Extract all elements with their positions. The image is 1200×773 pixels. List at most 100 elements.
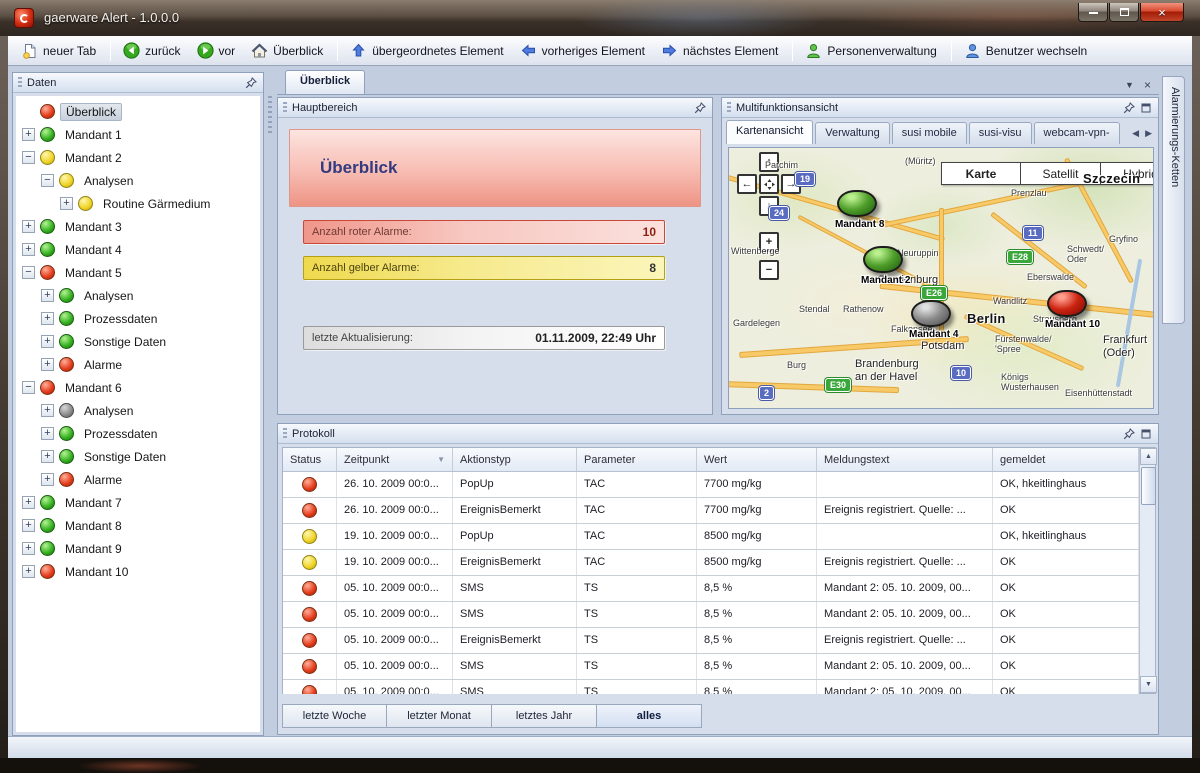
toolbar-button-vor[interactable]: vor <box>190 38 245 63</box>
maximize-panel-icon[interactable] <box>1139 101 1153 115</box>
close-button[interactable]: × <box>1140 3 1184 22</box>
panel-grip[interactable] <box>727 102 731 114</box>
tree-item-mandant-1[interactable]: +Mandant 1 <box>16 123 260 146</box>
map-marker-mandant-4[interactable] <box>911 300 951 327</box>
plus-expander-icon[interactable]: + <box>22 519 35 532</box>
tab-list-dropdown-button[interactable]: ▼ <box>1122 77 1137 92</box>
tree-item-mandant-7[interactable]: +Mandant 7 <box>16 491 260 514</box>
plus-expander-icon[interactable]: + <box>22 542 35 555</box>
tree-item-mandant-9[interactable]: +Mandant 9 <box>16 537 260 560</box>
toolbar-button-personenverwaltung[interactable]: Personenverwaltung <box>798 38 945 63</box>
table-row[interactable]: 05. 10. 2009 00:0...SMSTS8,5 %Mandant 2:… <box>283 602 1139 628</box>
table-row[interactable]: 19. 10. 2009 00:0...PopUpTAC8500 mg/kgOK… <box>283 524 1139 550</box>
minus-expander-icon[interactable]: − <box>22 266 35 279</box>
plus-expander-icon[interactable]: + <box>41 404 54 417</box>
tab-webcam-vpn[interactable]: webcam-vpn- <box>1034 122 1120 144</box>
tab-susi-mobile[interactable]: susi mobile <box>892 122 967 144</box>
tree-item-analysen[interactable]: −Analysen <box>16 169 260 192</box>
tree-item-mandant-5[interactable]: −Mandant 5 <box>16 261 260 284</box>
table-row[interactable]: 19. 10. 2009 00:0...EreignisBemerktTAC85… <box>283 550 1139 576</box>
map-marker-mandant-2[interactable] <box>863 246 903 273</box>
scroll-up-button[interactable]: ▲ <box>1140 448 1157 465</box>
pan-center-button[interactable] <box>759 174 779 194</box>
column-header-status[interactable]: Status <box>283 448 337 471</box>
tab-close-button[interactable]: × <box>1140 77 1155 92</box>
column-header-gemeldet[interactable]: gemeldet <box>993 448 1139 471</box>
pin-icon[interactable] <box>693 101 707 115</box>
minus-expander-icon[interactable]: − <box>22 151 35 164</box>
tree-item-alarme[interactable]: +Alarme <box>16 468 260 491</box>
minimize-button[interactable] <box>1078 3 1108 22</box>
table-row[interactable]: 05. 10. 2009 00:0...SMSTS8,5 %Mandant 2:… <box>283 576 1139 602</box>
panel-grip[interactable] <box>283 428 287 440</box>
filter-button-letztes-jahr[interactable]: letztes Jahr <box>492 704 597 728</box>
table-row[interactable]: 26. 10. 2009 00:0...EreignisBemerktTAC77… <box>283 498 1139 524</box>
table-row[interactable]: 26. 10. 2009 00:0...PopUpTAC7700 mg/kgOK… <box>283 472 1139 498</box>
map-marker-mandant-8[interactable] <box>837 190 877 217</box>
toolbar-button-zurück[interactable]: zurück <box>116 38 189 63</box>
tab-scroll-right-icon[interactable]: ▶ <box>1143 127 1154 140</box>
toolbar-button-benutzer-wechseln[interactable]: Benutzer wechseln <box>957 38 1096 63</box>
tree-item-sonstige-daten[interactable]: +Sonstige Daten <box>16 445 260 468</box>
plus-expander-icon[interactable]: + <box>41 358 54 371</box>
tree-item-routine-gärmedium[interactable]: +Routine Gärmedium <box>16 192 260 215</box>
filter-button-letzter-monat[interactable]: letzter Monat <box>387 704 492 728</box>
tree-item-mandant-4[interactable]: +Mandant 4 <box>16 238 260 261</box>
tree-item-analysen[interactable]: +Analysen <box>16 284 260 307</box>
tree-item-mandant-6[interactable]: −Mandant 6 <box>16 376 260 399</box>
column-header-parameter[interactable]: Parameter <box>577 448 697 471</box>
plus-expander-icon[interactable]: + <box>22 128 35 141</box>
table-row[interactable]: 05. 10. 2009 00:0...EreignisBemerktTS8,5… <box>283 628 1139 654</box>
toolbar-button-neuer-tab[interactable]: neuer Tab <box>14 38 105 63</box>
tree-item-mandant-10[interactable]: +Mandant 10 <box>16 560 260 583</box>
tree-item-sonstige-daten[interactable]: +Sonstige Daten <box>16 330 260 353</box>
map-marker-mandant-10[interactable] <box>1047 290 1087 317</box>
plus-expander-icon[interactable]: + <box>41 312 54 325</box>
tab-ueberblick[interactable]: Überblick <box>285 70 365 95</box>
tree-item-prozessdaten[interactable]: +Prozessdaten <box>16 422 260 445</box>
pin-icon[interactable] <box>1122 101 1136 115</box>
column-header-wert[interactable]: Wert <box>697 448 817 471</box>
plus-expander-icon[interactable]: + <box>22 220 35 233</box>
tab-scroll-left-icon[interactable]: ◀ <box>1130 127 1141 140</box>
tree-item-mandant-2[interactable]: −Mandant 2 <box>16 146 260 169</box>
plus-expander-icon[interactable]: + <box>60 197 73 210</box>
pin-icon[interactable] <box>1122 427 1136 441</box>
filter-button-alles[interactable]: alles <box>597 704 702 728</box>
column-header-zeitpunkt[interactable]: Zeitpunkt▼ <box>337 448 453 471</box>
filter-button-letzte-woche[interactable]: letzte Woche <box>282 704 387 728</box>
minus-expander-icon[interactable]: − <box>22 381 35 394</box>
plus-expander-icon[interactable]: + <box>41 427 54 440</box>
tab-susi-visu[interactable]: susi-visu <box>969 122 1032 144</box>
toolbar-button-nächstes-element[interactable]: nächstes Element <box>654 38 787 63</box>
plus-expander-icon[interactable]: + <box>22 496 35 509</box>
plus-expander-icon[interactable]: + <box>41 289 54 302</box>
tree-item-alarme[interactable]: +Alarme <box>16 353 260 376</box>
tab-alarmierungs-ketten[interactable]: Alarmierungs-Ketten <box>1162 76 1185 324</box>
pin-icon[interactable] <box>244 76 258 90</box>
minus-expander-icon[interactable]: − <box>41 174 54 187</box>
column-header-aktionstyp[interactable]: Aktionstyp <box>453 448 577 471</box>
zoom-out-button[interactable]: − <box>759 260 779 280</box>
splitter[interactable] <box>268 96 272 136</box>
plus-expander-icon[interactable]: + <box>41 473 54 486</box>
panel-grip[interactable] <box>283 102 287 114</box>
toolbar-button-vorheriges-element[interactable]: vorheriges Element <box>513 38 654 63</box>
maximize-button[interactable] <box>1109 3 1139 22</box>
tree-item-mandant-8[interactable]: +Mandant 8 <box>16 514 260 537</box>
map-view[interactable]: ↑ ← → ↓ + − Karte Satellit Hybrid Parchi… <box>728 147 1154 409</box>
tab-kartenansicht[interactable]: Kartenansicht <box>726 120 813 144</box>
maximize-panel-icon[interactable] <box>1139 427 1153 441</box>
vertical-scrollbar[interactable]: ▲ ▼ <box>1139 448 1155 693</box>
scroll-thumb[interactable] <box>1141 467 1156 505</box>
plus-expander-icon[interactable]: + <box>41 450 54 463</box>
table-row[interactable]: 05. 10. 2009 00:0...SMSTS8,5 %Mandant 2:… <box>283 654 1139 680</box>
panel-grip[interactable] <box>18 77 22 89</box>
tree-item-überblick[interactable]: Überblick <box>16 100 260 123</box>
title-bar[interactable]: gaerware Alert - 1.0.0.0 × <box>0 0 1200 36</box>
tree-item-analysen[interactable]: +Analysen <box>16 399 260 422</box>
plus-expander-icon[interactable]: + <box>41 335 54 348</box>
toolbar-button-überblick[interactable]: Überblick <box>244 38 332 63</box>
plus-expander-icon[interactable]: + <box>22 565 35 578</box>
map-type-karte-button[interactable]: Karte <box>941 162 1021 185</box>
